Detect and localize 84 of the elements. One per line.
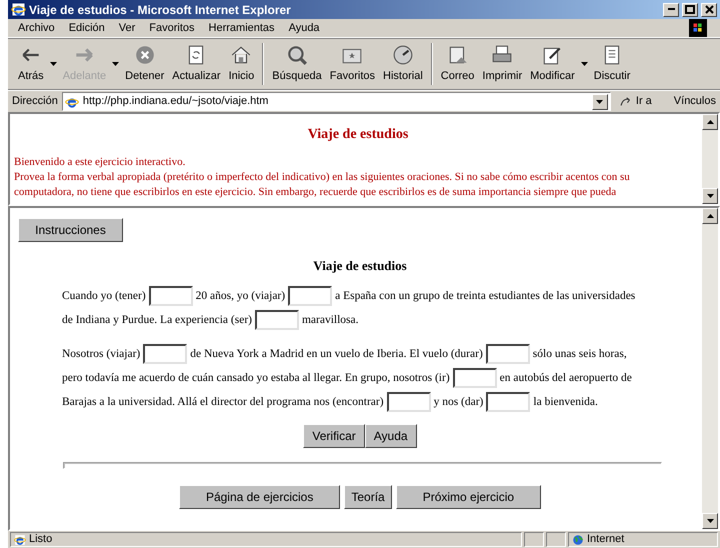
toolbar-button[interactable]: Imprimir [478,41,526,87]
close-button[interactable] [701,2,717,16]
toolbar-button[interactable]: Favoritos [326,41,380,87]
nav-link-button[interactable]: Página de ejercicios [178,484,340,508]
frame-title: Viaje de estudios [306,126,410,144]
down-arrow-icon [706,519,714,523]
globe-icon [572,534,584,546]
menu-item[interactable]: Favoritos [149,20,195,36]
exercise-text: y nos (dar) [434,396,484,408]
down-arrow-icon [706,194,714,198]
exercise-text: Cuando yo (tener) [62,290,146,302]
answer-field[interactable] [288,286,332,306]
nav-link-button[interactable]: Próximo ejercicio [396,484,542,508]
close-icon [704,5,714,14]
search-icon [286,44,308,66]
up-arrow-icon [706,120,714,124]
exercise-text: la bienvenida. [533,396,598,408]
answer-field[interactable] [452,368,497,388]
minimize-button[interactable] [663,2,679,16]
exercise-text: Nosotros (viajar) [62,348,140,360]
go-button[interactable]: Ir a [614,93,656,110]
exercise-text: maravillosa. [302,314,359,326]
intro-text: Provea la forma verbal apropiada (pretérito o imperfecto del indicativo) en las siguientes oraciones. Si no sabe cómo escribir acentos con su [14,170,631,185]
links-label[interactable]: Vínculos [674,93,716,110]
menu-item[interactable]: Archivo [18,20,55,36]
page-icon [14,534,26,546]
nav-link-button[interactable]: Teoría [344,484,392,508]
scrollbar[interactable] [702,114,718,204]
check-button[interactable]: Ayuda [364,424,417,448]
dropdown-button[interactable] [592,94,608,110]
exercise-title: Viaje de estudios [312,257,408,275]
exercise-text: pero todavía me acuerdo de cuán cansado yo estaba al llegar. En grupo, nosotros (ir) [62,372,450,384]
toolbar-button[interactable]: Búsqueda [268,41,326,87]
exercise-text: 20 años, yo (viajar) [196,290,286,302]
instructions-button[interactable]: Instrucciones [18,218,123,242]
answer-field[interactable] [486,344,530,364]
windows-logo-icon [686,19,710,37]
toolbar-button[interactable]: Discutir [590,41,634,87]
answer-field[interactable] [143,344,188,364]
minimize-icon [668,8,674,10]
nav-button[interactable]: Atrás [14,41,48,87]
dropdown-arrow-icon[interactable] [50,62,57,66]
scroll-up-button[interactable] [702,208,718,224]
ie-logo-icon [11,2,26,17]
menu-item[interactable]: Herramientas [208,20,275,36]
stop-icon [134,44,156,66]
dropdown-arrow-icon [596,100,604,104]
toolbar-button[interactable]: Detener [121,41,168,87]
zone-text: Internet [587,532,624,548]
up-arrow-icon [706,214,714,218]
window-title: Viaje de estudios - Microsoft Internet Explorer [29,2,292,18]
exercise-text: en autobús del aeropuerto de [500,372,632,384]
toolbar-button[interactable]: Historial [379,41,427,87]
exercise-text: a España con un grupo de treinta estudiantes de las universidades [335,290,636,302]
toolbar-button[interactable]: Modificar [526,41,579,87]
maximize-icon [685,5,695,14]
toolbar-button[interactable]: Actualizar [168,41,225,87]
answer-field[interactable] [254,310,299,330]
answer-field[interactable] [148,286,193,306]
scroll-down-button[interactable] [702,188,718,204]
scrollbar[interactable] [702,208,718,529]
exercise-text: sólo unas seis horas, [532,348,627,360]
clock-icon [392,44,414,66]
maximize-button[interactable] [682,2,698,16]
menu-item[interactable]: Ayuda [288,20,320,36]
exercise-text: de Nueva York a Madrid en un vuelo de Iberia. El vuelo (durar) [190,348,483,360]
menu-item[interactable]: Ver [118,20,136,36]
status-text: Listo [29,532,52,548]
toolbar-button[interactable]: Inicio [224,41,258,87]
intro-text: Bienvenido a este ejercicio interactivo. [14,155,186,170]
check-button[interactable]: Verificar [303,424,365,448]
answer-field[interactable] [386,392,431,412]
dropdown-arrow-icon[interactable] [580,62,588,66]
address-field[interactable]: http://php.indiana.edu/~jsoto/viaje.htm [62,92,611,111]
toolbar-button[interactable]: Correo [436,41,478,87]
intro-text: computadora, no tiene que escribirlos en este ejercicio. Sin embargo, recuerde que escribirlos es de suma importancia siempre que pueda [14,185,618,200]
exercise-text: de Indiana y Purdue. La experiencia (ser) [62,314,252,326]
answer-field[interactable] [486,392,530,412]
scroll-down-button[interactable] [702,513,718,529]
address-label: Dirección [12,94,58,110]
scroll-up-button[interactable] [702,114,718,130]
menu-item[interactable]: Edición [68,20,105,36]
exercise-text: Barajas a la universidad. Allá el director del programa nos (encontrar) [62,396,384,408]
arrow-icon [618,94,633,108]
